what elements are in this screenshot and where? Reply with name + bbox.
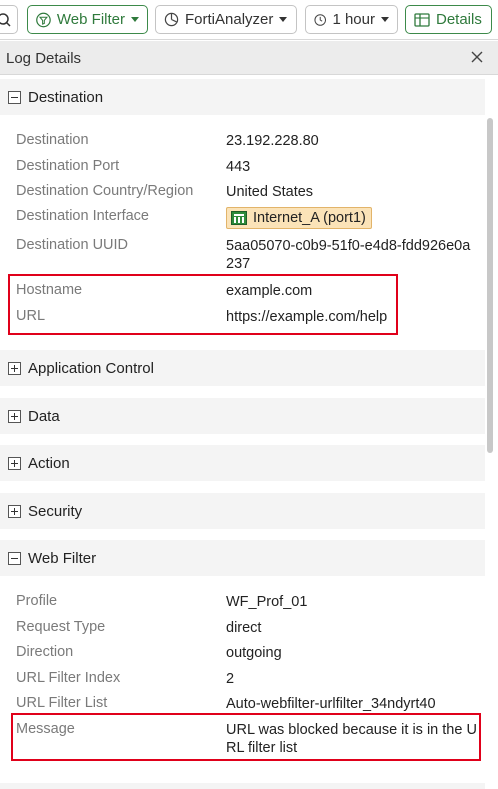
search-button[interactable] — [0, 5, 18, 34]
time-range-dropdown[interactable]: 1 hour — [305, 5, 398, 34]
field-value: United States — [226, 184, 314, 200]
section-title: Web Filter — [28, 549, 97, 567]
field-value: 5aa05070-c0b9-51f0-e4d8-fdd926e0a237 — [226, 238, 471, 272]
section-title: Application Control — [28, 359, 154, 377]
collapse-icon[interactable] — [8, 551, 21, 565]
close-icon[interactable] — [468, 48, 486, 66]
web-filter-dropdown[interactable]: Web Filter — [27, 5, 148, 34]
fortianalyzer-dropdown[interactable]: FortiAnalyzer — [155, 5, 297, 34]
chevron-down-icon — [131, 17, 139, 22]
section-header-application-control[interactable]: Application Control — [0, 350, 485, 386]
interface-name: Internet_A (port1) — [253, 210, 366, 226]
field-label: Direction — [16, 644, 74, 660]
field-value: 23.192.228.80 — [226, 133, 319, 149]
log-details-header: Log Details — [0, 41, 498, 75]
panel-title: Log Details — [6, 50, 82, 67]
section-header-action[interactable]: Action — [0, 445, 485, 481]
expand-icon[interactable] — [8, 361, 21, 375]
field-label: URL Filter List — [16, 695, 108, 711]
field-value: 2 — [226, 671, 235, 687]
search-icon — [0, 12, 11, 27]
expand-icon[interactable] — [8, 504, 21, 518]
web-filter-label: Web Filter — [56, 11, 125, 28]
scrollbar[interactable] — [487, 118, 493, 453]
field-label: Request Type — [16, 619, 106, 635]
field-value: direct — [226, 620, 262, 636]
section-header-data[interactable]: Data — [0, 398, 485, 434]
clock-icon — [314, 13, 327, 26]
network-port-icon — [231, 211, 247, 225]
field-label: Destination Country/Region — [16, 183, 194, 199]
details-toggle-button[interactable]: Details — [405, 5, 492, 34]
toolbar: Web Filter FortiAnalyzer 1 hour Details — [0, 0, 498, 40]
field-label: URL Filter Index — [16, 670, 121, 686]
collapse-icon[interactable] — [8, 90, 21, 104]
highlight-box-hostname-url — [8, 274, 398, 335]
next-section-edge — [0, 783, 485, 789]
section-title: Security — [28, 502, 83, 520]
section-title: Destination — [28, 88, 104, 106]
time-range-label: 1 hour — [332, 11, 375, 28]
interface-badge[interactable]: Internet_A (port1) — [226, 207, 372, 229]
field-label: Destination Port — [16, 158, 120, 174]
details-label: Details — [436, 11, 482, 28]
highlight-box-message — [11, 713, 481, 761]
fortianalyzer-label: FortiAnalyzer — [185, 11, 274, 28]
filter-icon — [36, 12, 51, 27]
field-label: Destination — [16, 132, 89, 148]
chevron-down-icon — [381, 17, 389, 22]
section-title: Data — [28, 407, 60, 425]
expand-icon[interactable] — [8, 456, 21, 470]
field-value: outgoing — [226, 645, 282, 661]
field-value: Auto-webfilter-urlfilter_34ndyrt40 — [226, 696, 436, 712]
field-label: Destination Interface — [16, 208, 149, 224]
section-header-security[interactable]: Security — [0, 493, 485, 529]
field-label: Profile — [16, 593, 58, 609]
pie-chart-icon — [164, 12, 179, 27]
details-panel-icon — [414, 12, 430, 27]
field-value: Internet_A (port1) — [226, 207, 478, 230]
section-header-destination[interactable]: Destination — [0, 79, 485, 115]
chevron-down-icon — [279, 17, 288, 22]
section-title: Action — [28, 454, 70, 472]
expand-icon[interactable] — [8, 409, 21, 423]
field-label: Destination UUID — [16, 237, 129, 253]
field-value: WF_Prof_01 — [226, 594, 308, 610]
section-header-web-filter[interactable]: Web Filter — [0, 540, 485, 576]
field-value: 443 — [226, 159, 251, 175]
